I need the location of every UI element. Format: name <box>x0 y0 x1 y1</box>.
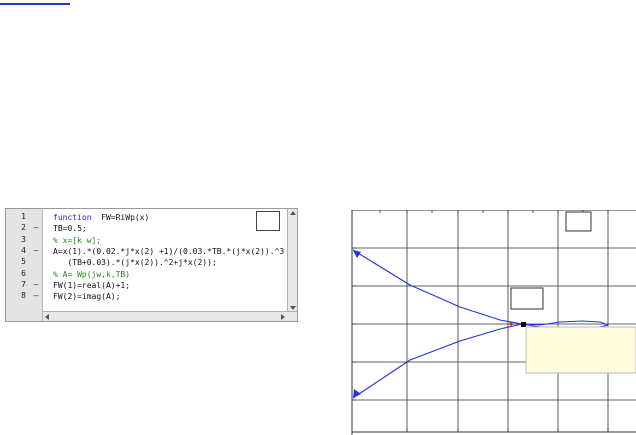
inner-annotation-box <box>510 287 544 310</box>
breakpoint-marker[interactable]: – <box>31 223 41 232</box>
code-line[interactable]: TB=0.5; <box>43 223 288 234</box>
breakpoint-marker[interactable]: – <box>31 280 41 289</box>
code-text: (TB+0.03).*(j*x(2)).^2+j*x(2)); <box>53 257 217 268</box>
arrowhead-icon <box>353 389 361 398</box>
code-text: % x=[k w]; <box>53 235 101 246</box>
datatip-marker-icon[interactable] <box>521 322 526 327</box>
code-editor[interactable]: function FW=RiWp(x) TB=0.5;% x=[k w]; A=x(… <box>5 208 298 322</box>
code-token: FW=RiWp(x) <box>91 213 150 222</box>
legend-box <box>565 211 592 232</box>
code-text: A=x(1).*(0.02.*j*x(2) +1)/(0.03.*TB.*(j*… <box>53 246 297 257</box>
arrow-up-icon[interactable] <box>290 211 296 215</box>
critical-point <box>509 322 513 326</box>
code-line[interactable]: FW(2)=imag(A); <box>43 291 288 302</box>
code-line[interactable]: function FW=RiWp(x) <box>43 212 288 223</box>
top-link-underline[interactable] <box>0 0 70 5</box>
line-number: 1 <box>21 212 26 221</box>
breakpoint-marker[interactable]: – <box>31 291 41 300</box>
code-line[interactable]: % x=[k w]; <box>43 235 288 246</box>
arrow-down-icon[interactable] <box>290 306 296 310</box>
code-text: % A= Wp(jw,k,TB) <box>53 269 130 280</box>
code-token: A=x(1).*(0.02.*j*x(2) +1)/(0.03.*TB.*(j*… <box>53 246 294 256</box>
datatip-tooltip <box>525 326 636 374</box>
code-token: (TB+0.03).*(j*x(2)).^2+j*x(2)); <box>53 258 217 268</box>
code-token: FW(2)=imag(A); <box>53 292 121 302</box>
code-line[interactable]: A=x(1).*(0.02.*j*x(2) +1)/(0.03.*TB.*(j*… <box>43 246 297 257</box>
line-number: 2 <box>21 223 26 233</box>
line-number: 5 <box>21 257 26 267</box>
code-text: function FW=RiWp(x) <box>53 212 149 223</box>
tick-marks <box>352 210 609 432</box>
code-text: FW(2)=imag(A); <box>53 291 120 302</box>
line-number: 4 <box>21 245 26 255</box>
arrow-left-icon[interactable] <box>45 314 49 320</box>
line-number: 8 <box>21 291 26 301</box>
horizontal-scrollbar[interactable] <box>43 311 297 321</box>
code-token: TB=0.5; <box>53 224 87 234</box>
code-token: FW(1)=real(A)+1; <box>53 280 131 290</box>
code-token: % A= Wp(jw,k,TB) <box>53 269 131 279</box>
code-text: FW(1)=real(A)+1; <box>53 280 130 291</box>
code-token: % x=[k w]; <box>53 235 102 245</box>
plot-canvas[interactable] <box>350 210 636 435</box>
nyquist-curve-upper <box>352 249 609 326</box>
line-number: 3 <box>21 234 26 244</box>
line-number: 7 <box>21 279 26 289</box>
arrow-right-icon[interactable] <box>281 314 285 320</box>
code-text: TB=0.5; <box>53 223 87 234</box>
line-number: 6 <box>21 268 26 278</box>
code-line[interactable]: (TB+0.03).*(j*x(2)).^2+j*x(2)); <box>43 257 288 268</box>
vertical-scrollbar[interactable] <box>287 209 297 312</box>
code-area[interactable]: function FW=RiWp(x) TB=0.5;% x=[k w]; A=x(… <box>43 209 297 312</box>
code-line[interactable]: % A= Wp(jw,k,TB) <box>43 269 288 280</box>
code-line[interactable]: FW(1)=real(A)+1; <box>43 280 288 291</box>
figure-plot[interactable] <box>350 210 636 435</box>
code-token: function <box>53 213 92 222</box>
breakpoint-marker[interactable]: – <box>31 246 41 255</box>
